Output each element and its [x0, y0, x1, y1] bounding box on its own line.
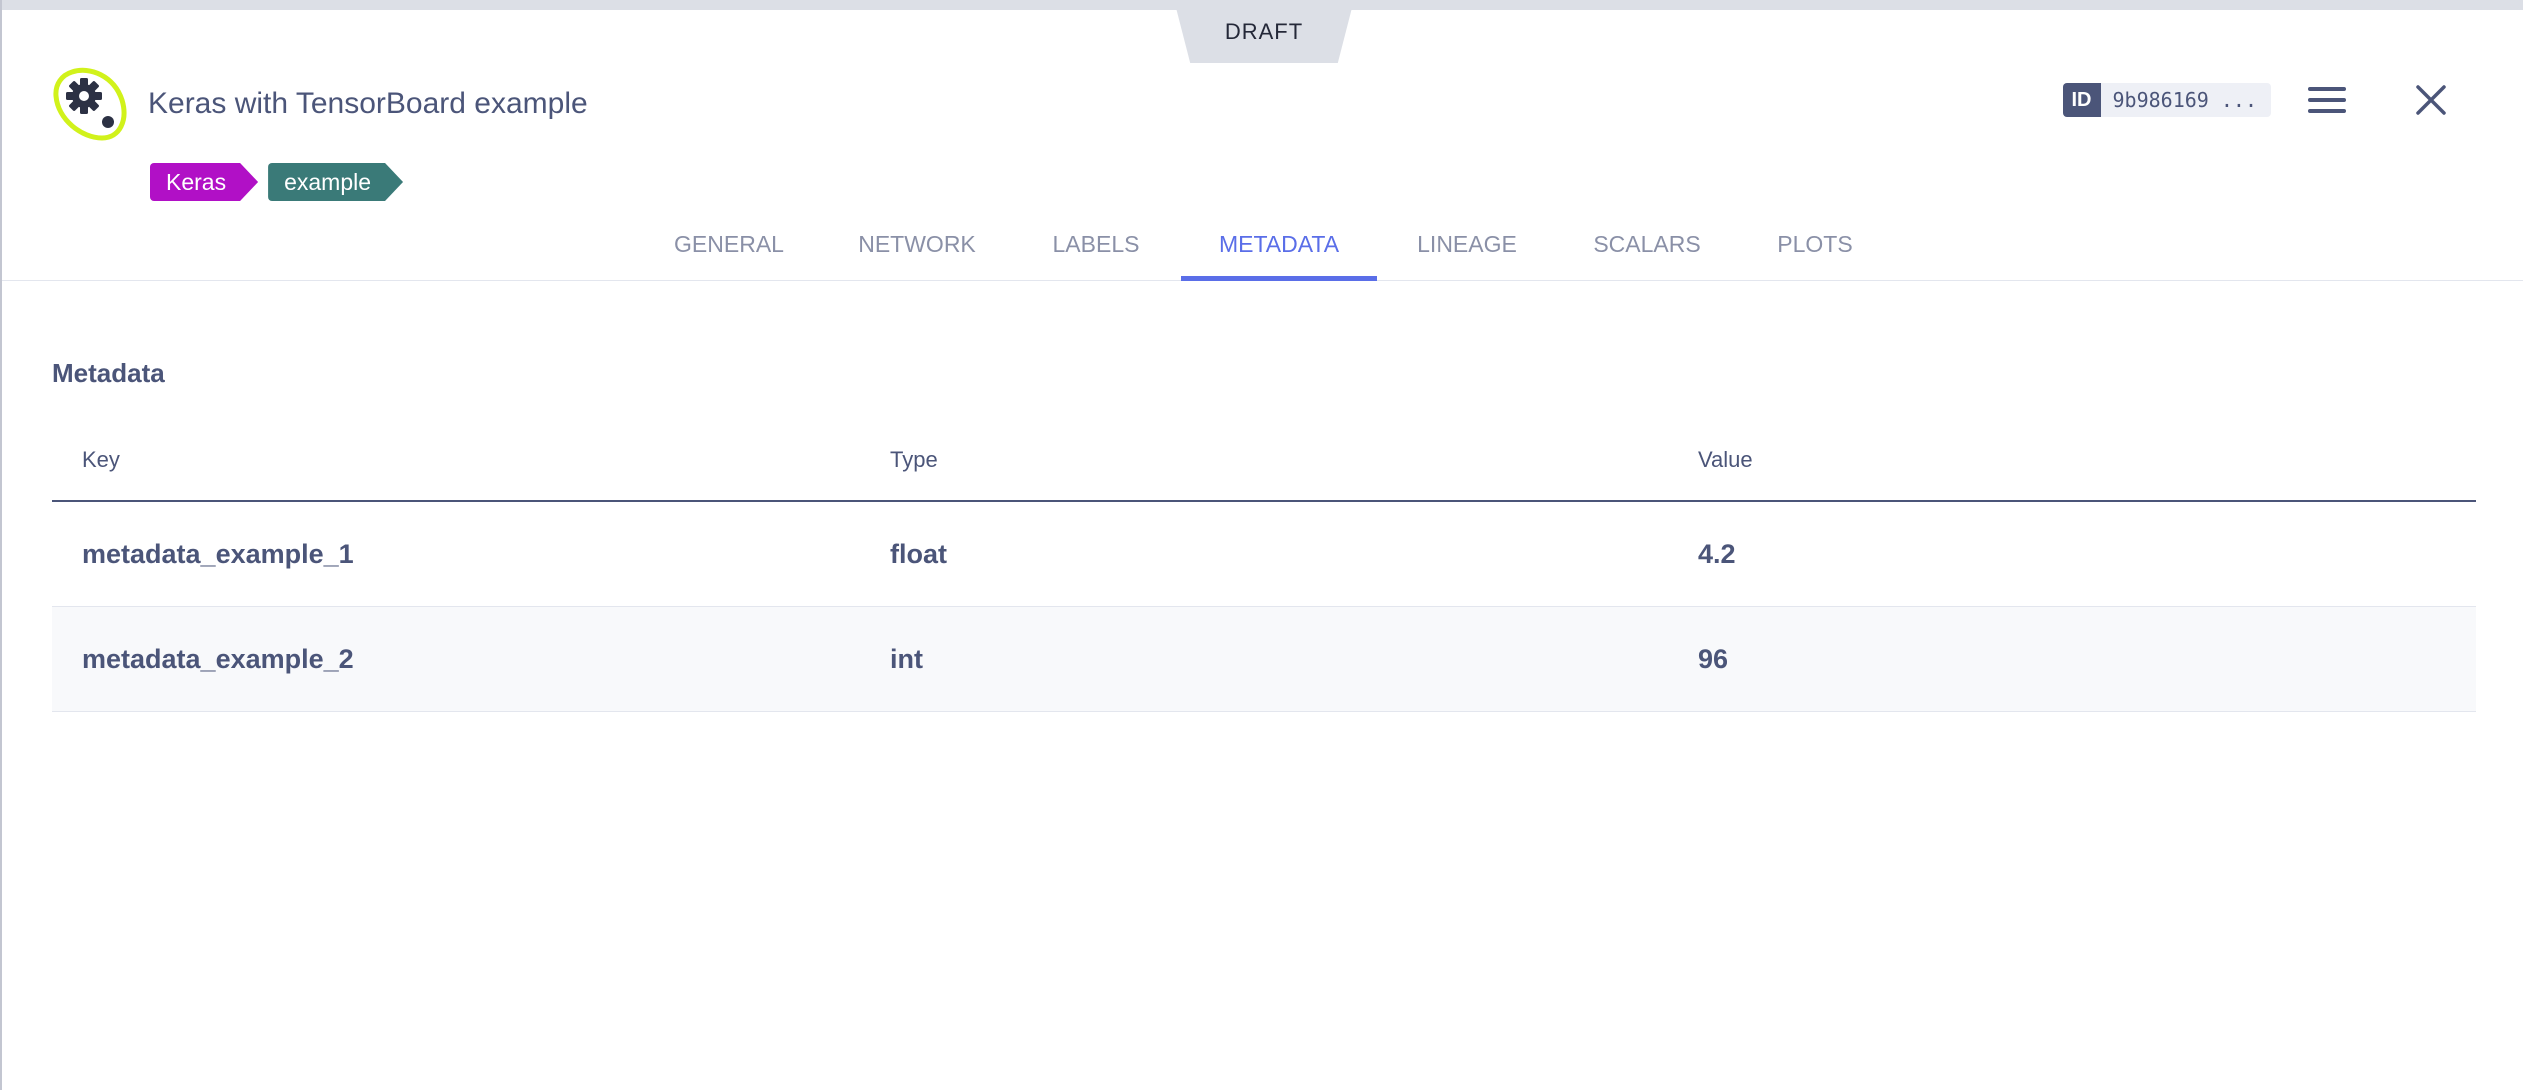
- column-header-value: Value: [1698, 447, 1753, 472]
- model-details-panel: DRAFT Keras with TensorBoard example Ker…: [0, 0, 2523, 1090]
- close-icon: [2416, 85, 2446, 115]
- id-copy-box[interactable]: ID 9b986169 ...: [2062, 83, 2271, 117]
- model-header: Keras with TensorBoard example: [52, 64, 588, 144]
- tab-labels[interactable]: LABELS: [1042, 208, 1150, 280]
- metadata-table: Key Type Value metadata_example_1 float …: [52, 420, 2476, 712]
- hamburger-menu-icon: [2308, 87, 2346, 113]
- cell-key: metadata_example_1: [82, 539, 354, 569]
- id-value: 9b986169 ...: [2112, 88, 2258, 112]
- cell-type: float: [890, 539, 947, 569]
- menu-button[interactable]: [2305, 78, 2349, 122]
- column-header-type: Type: [890, 447, 938, 472]
- model-title: Keras with TensorBoard example: [148, 87, 588, 120]
- tab-metadata[interactable]: METADATA: [1181, 208, 1377, 281]
- tab-bar: GENERAL NETWORK LABELS METADATA LINEAGE …: [2, 208, 2523, 281]
- cell-key: metadata_example_2: [82, 644, 354, 674]
- table-row[interactable]: metadata_example_1 float 4.2: [52, 502, 2476, 607]
- cell-type: int: [890, 644, 923, 674]
- table-row[interactable]: metadata_example_2 int 96: [52, 607, 2476, 712]
- id-label: ID: [2062, 83, 2101, 117]
- tab-general[interactable]: GENERAL: [664, 208, 794, 280]
- tag-example[interactable]: example: [268, 163, 403, 201]
- cell-value: 96: [1698, 644, 1729, 674]
- tab-lineage[interactable]: LINEAGE: [1412, 208, 1522, 280]
- status-badge: DRAFT: [1174, 0, 1354, 63]
- model-gear-icon: [53, 67, 127, 141]
- tab-network[interactable]: NETWORK: [852, 208, 982, 280]
- section-title: Metadata: [52, 358, 165, 388]
- column-header-key: Key: [82, 447, 120, 472]
- table-header: Key Type Value: [52, 420, 2476, 502]
- tab-plots[interactable]: PLOTS: [1772, 208, 1858, 280]
- tag-keras[interactable]: Keras: [150, 163, 258, 201]
- header-actions: ID 9b986169 ...: [2062, 78, 2454, 122]
- close-button[interactable]: [2409, 78, 2453, 122]
- tab-scalars[interactable]: SCALARS: [1586, 208, 1708, 280]
- cell-value: 4.2: [1698, 539, 1736, 569]
- tag-list: Keras example: [150, 163, 403, 201]
